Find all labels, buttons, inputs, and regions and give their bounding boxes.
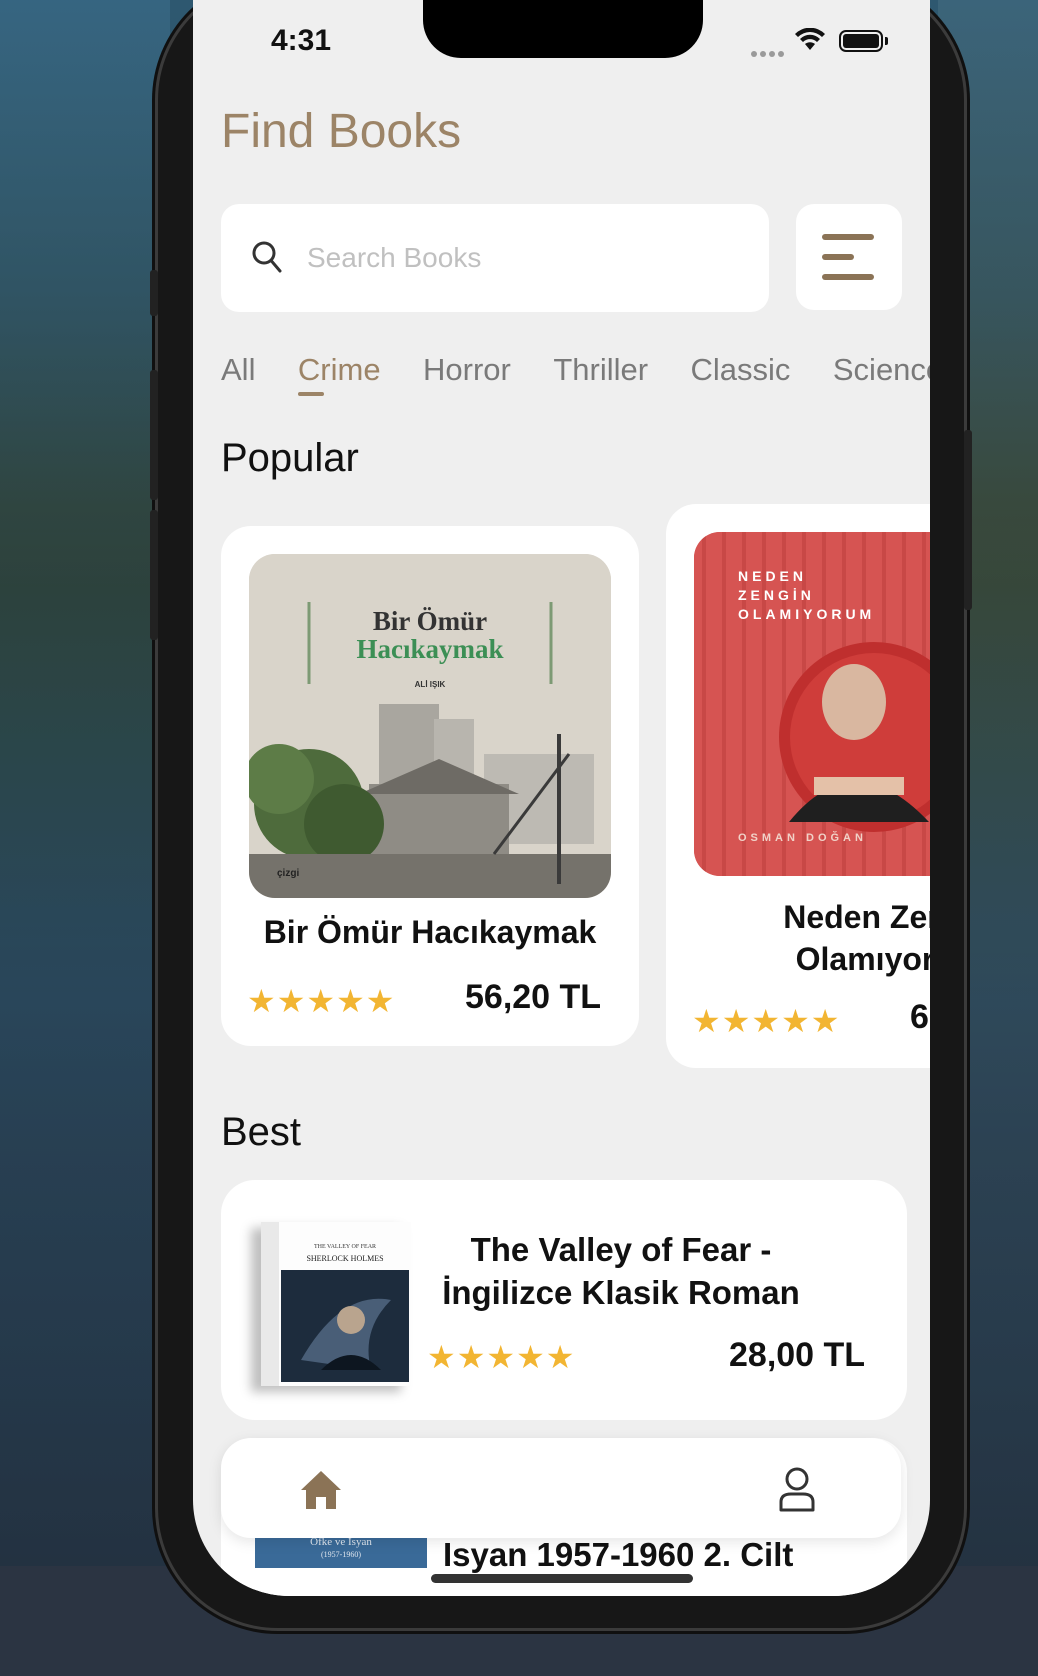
notch — [423, 0, 703, 58]
filter-menu-button[interactable] — [796, 204, 902, 310]
book-cover: Bir Ömür Hacıkaymak ALİ IŞIK çizgi — [249, 554, 611, 898]
book-price: 28,00 TL — [729, 1336, 866, 1374]
tab-crime[interactable]: Crime — [297, 352, 381, 396]
popular-book-card[interactable]: NEDEN ZENGİN OLAMIYORUM OSMAN DOĞAN Nede… — [666, 504, 930, 1068]
profile-icon[interactable] — [777, 1466, 817, 1512]
cover-author: OSMAN DOĞAN — [738, 832, 867, 844]
app-screen: 4:31 Find Books All Crime Horror Thrille… — [193, 0, 930, 1596]
popular-book-card[interactable]: Bir Ömür Hacıkaymak ALİ IŞIK çizgi Bir Ö… — [221, 526, 639, 1046]
rating-stars: ★★★★★ — [427, 1339, 576, 1375]
menu-icon — [822, 234, 874, 240]
rating-stars: ★★★★★ — [247, 983, 396, 1019]
book-cover: THE VALLEY OF FEAR SHERLOCK HOLMES — [261, 1222, 411, 1386]
section-title-popular: Popular — [221, 436, 359, 480]
cover-title-line1: NEDEN — [738, 568, 808, 584]
best-book-card[interactable]: THE VALLEY OF FEAR SHERLOCK HOLMES The V… — [221, 1180, 907, 1420]
search-input[interactable] — [307, 234, 727, 282]
cover-title-line2: Hacıkaymak — [356, 634, 504, 664]
tab-all[interactable]: All — [221, 352, 255, 388]
book-cover: NEDEN ZENGİN OLAMIYORUM OSMAN DOĞAN — [694, 532, 930, 876]
phone-volume-down — [150, 510, 158, 640]
cover-publisher: çizgi — [277, 868, 300, 879]
book-title: Bir Ömür Hacıkaymak — [263, 914, 597, 950]
cover-series: THE VALLEY OF FEAR — [313, 1244, 377, 1250]
backdrop-left — [0, 0, 170, 1676]
section-title-best: Best — [221, 1110, 302, 1154]
bottom-nav — [221, 1438, 901, 1538]
home-indicator — [431, 1574, 693, 1583]
cover-title-line2: ZENGİN — [738, 587, 815, 603]
tab-thriller[interactable]: Thriller — [553, 352, 648, 388]
tab-science[interactable]: Science — [833, 352, 930, 388]
category-tabs: All Crime Horror Thriller Classic Scienc… — [221, 352, 930, 396]
battery-icon — [839, 30, 888, 52]
cover-illustration — [281, 1270, 409, 1382]
tab-horror[interactable]: Horror — [423, 352, 511, 388]
tab-classic[interactable]: Classic — [691, 352, 791, 388]
cover-title-line3: OLAMIYORUM — [738, 606, 876, 622]
search-icon — [252, 241, 282, 273]
book-title: Isyan 1957-1960 2. Cilt — [443, 1536, 794, 1573]
cover-subtitle: SHERLOCK HOLMES — [306, 1254, 384, 1263]
cover-author: ALİ IŞIK — [414, 680, 446, 689]
home-icon[interactable] — [299, 1468, 343, 1512]
book-title: The Valley of Fear - İngilizce Klasik Ro… — [442, 1231, 800, 1311]
cover-title-line1: Bir Ömür — [372, 606, 488, 636]
book-price: 56,20 TL — [465, 978, 602, 1016]
cover-years: (1957-1960) — [321, 1550, 361, 1559]
wifi-icon — [795, 28, 825, 50]
page-title: Find Books — [221, 105, 462, 158]
cover-illustration — [694, 532, 930, 876]
search-bar[interactable] — [221, 204, 769, 312]
book-title: Neden Zengin Olamıyorum — [783, 899, 930, 977]
phone-power-button — [964, 430, 972, 610]
signal-icon — [751, 44, 787, 62]
phone-volume-up — [150, 370, 158, 500]
book-price: 6 — [910, 998, 929, 1036]
rating-stars: ★★★★★ — [692, 1003, 841, 1039]
status-time: 4:31 — [271, 24, 332, 57]
phone-side-button — [150, 270, 158, 316]
